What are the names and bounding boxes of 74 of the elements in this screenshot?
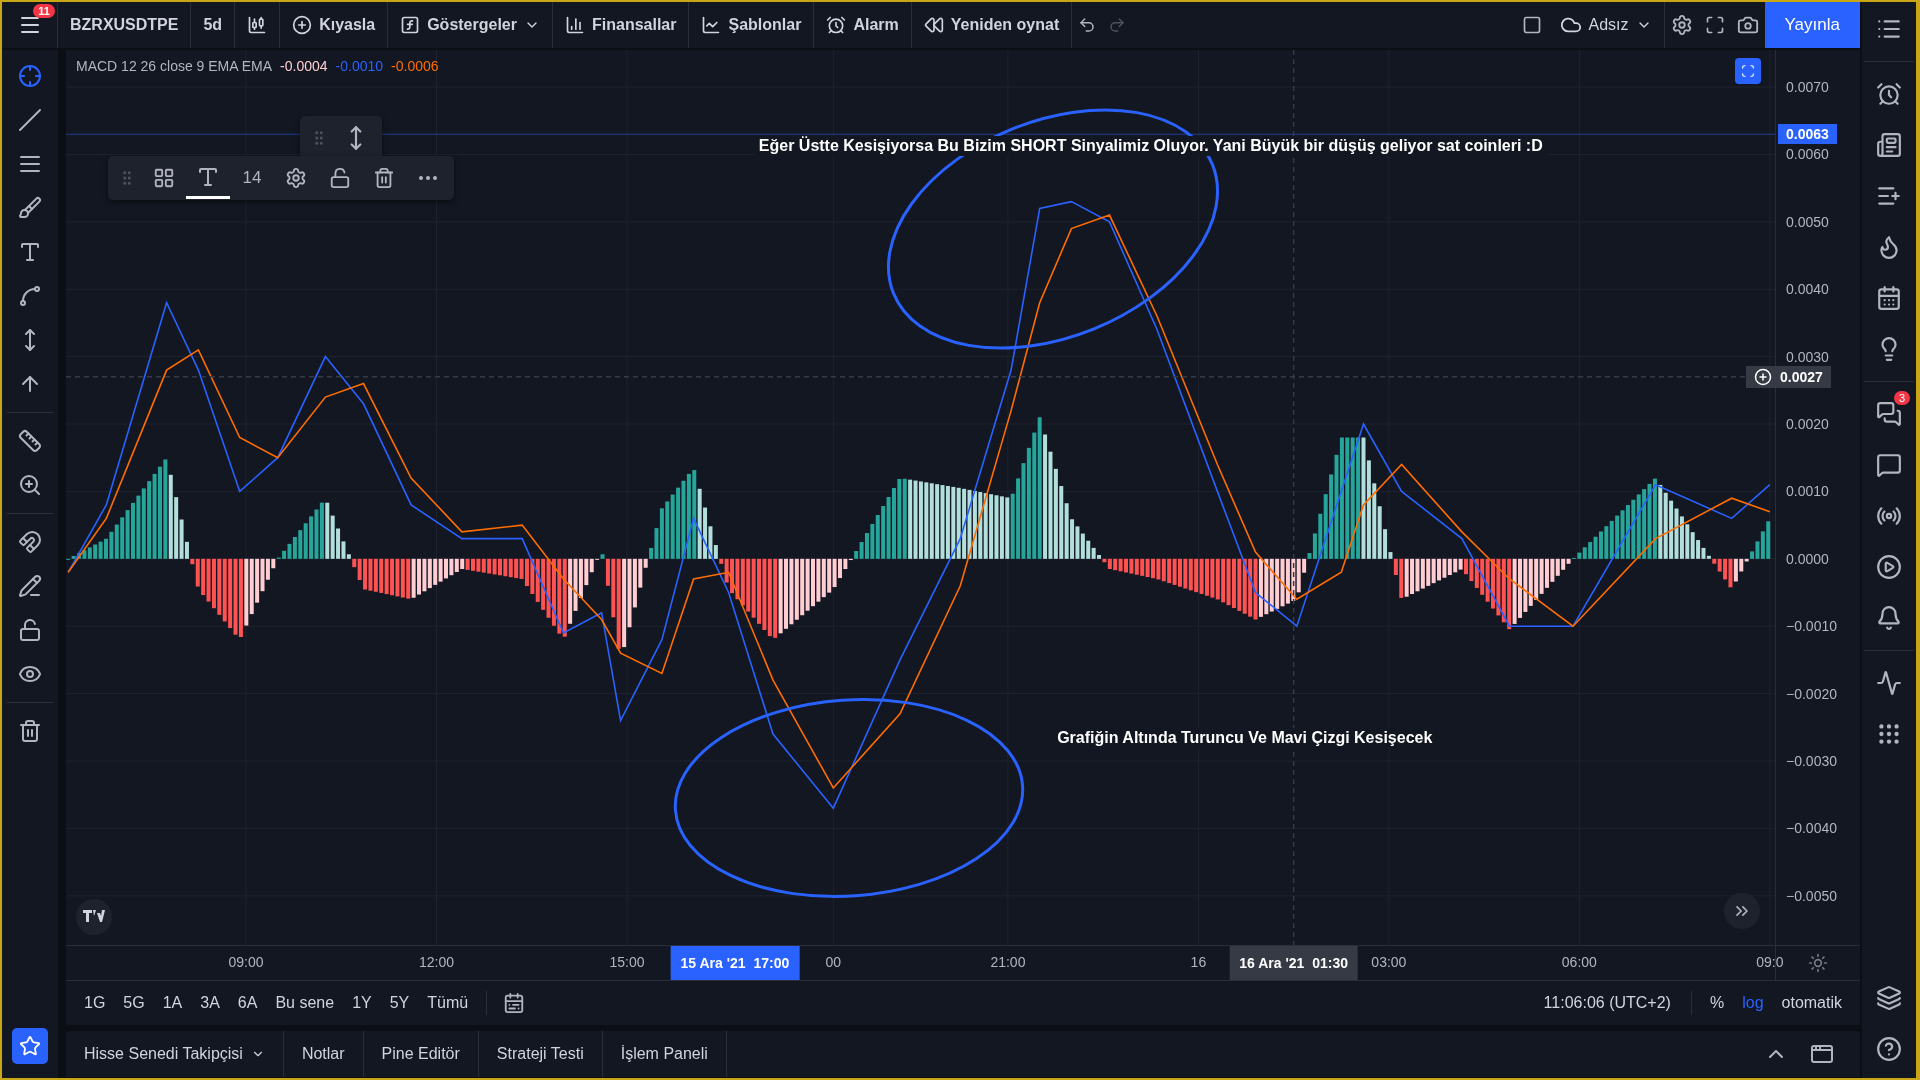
range-button[interactable]: 3A: [192, 990, 228, 1016]
add-icon[interactable]: [1754, 367, 1772, 386]
last-value-tag: 0.0063: [1778, 124, 1837, 145]
alarm-icon: [826, 15, 847, 35]
range-button[interactable]: Bu sene: [267, 990, 343, 1016]
price-label: 0.0000: [1786, 550, 1829, 567]
publish-button[interactable]: Yayınla: [1764, 2, 1860, 48]
compare-icon: [292, 15, 313, 35]
price-label: −0.0050: [1786, 887, 1837, 904]
price-label: −0.0010: [1786, 618, 1837, 635]
scale-toggle[interactable]: log: [1734, 990, 1772, 1016]
time-label: 15:00: [609, 954, 645, 970]
panel-tab[interactable]: Notlar: [283, 1031, 364, 1077]
indicator-value: -0.0006: [391, 58, 439, 74]
layout-button[interactable]: Adsız: [1547, 2, 1665, 48]
financials-icon: [565, 15, 585, 35]
chart-note[interactable]: Eğer Üstte Kesişiyorsa Bu Bizim SHORT Sinyalimiz Oluyor. Yani Büyük bir düşüş geliyor sat coinleri :D: [754, 135, 1547, 156]
selected-time-tag: 15 Ara '21 17:00: [670, 946, 800, 980]
time-label: 09:0: [1756, 954, 1784, 970]
panel-tab[interactable]: Strateji Testi: [478, 1031, 603, 1077]
interval-button[interactable]: 5d: [191, 2, 236, 48]
indicator-name: MACD 12 26 close 9 EMA EMA: [76, 58, 273, 74]
panel-tab[interactable]: Hisse Senedi Takipçisi: [66, 1031, 284, 1077]
templates-button[interactable]: Şablonlar: [689, 2, 815, 48]
compare-button[interactable]: Kıyasla: [280, 2, 389, 48]
time-label: 21:00: [990, 954, 1026, 970]
time-label: 09:00: [228, 954, 264, 970]
time-label: 00: [825, 954, 842, 970]
range-button[interactable]: 5Y: [381, 990, 418, 1016]
range-button[interactable]: 5G: [115, 990, 153, 1016]
financials-button[interactable]: Finansallar: [553, 2, 690, 48]
settings-icon[interactable]: [1808, 953, 1828, 973]
time-label: 06:00: [1561, 954, 1597, 970]
alarm-button[interactable]: Alarm: [814, 2, 912, 48]
price-label: −0.0020: [1786, 685, 1837, 702]
price-label: 0.0060: [1786, 146, 1829, 163]
clock-text: 11:06:06 (UTC+2): [1543, 994, 1671, 1012]
crosshair-time-tag: 16 Ara '21 01:30: [1229, 946, 1358, 980]
templates-icon: [701, 15, 722, 35]
price-label: 0.0020: [1786, 416, 1829, 433]
range-button[interactable]: Tümü: [419, 990, 477, 1016]
replay-icon: [923, 15, 944, 35]
time-label: 16: [1190, 954, 1207, 970]
indicators-icon: [400, 15, 421, 35]
scan-icon[interactable]: [1735, 58, 1761, 84]
crosshair-price-tag: 0.0027: [1746, 365, 1831, 388]
panel-tab[interactable]: Pine Editör: [363, 1031, 479, 1077]
panel-tab[interactable]: İşlem Paneli: [602, 1031, 727, 1077]
notification-badge: 3: [1893, 391, 1910, 405]
price-label: −0.0030: [1786, 753, 1837, 769]
font-size-button[interactable]: 14: [230, 156, 274, 200]
range-button[interactable]: 6A: [229, 990, 266, 1016]
scale-toggle[interactable]: otomatik: [1773, 990, 1850, 1016]
price-label: 0.0010: [1786, 483, 1829, 500]
price-label: 0.0050: [1786, 213, 1829, 230]
price-label: 0.0040: [1786, 281, 1829, 298]
symbol-button[interactable]: BZRXUSDTPE: [58, 2, 192, 48]
favorites-button[interactable]: [12, 1028, 48, 1064]
price-label: −0.0040: [1786, 820, 1837, 837]
indicator-value: -0.0004: [280, 58, 328, 74]
price-label: 0.0030: [1786, 348, 1829, 365]
time-label: 03:00: [1371, 954, 1407, 970]
indicators-button[interactable]: Göstergeler: [388, 2, 553, 48]
notification-badge: 11: [33, 4, 55, 18]
price-label: 0.0070: [1786, 79, 1829, 96]
scale-toggle[interactable]: %: [1701, 990, 1733, 1016]
range-button[interactable]: 1Y: [344, 990, 380, 1016]
range-button[interactable]: 1G: [76, 990, 114, 1016]
indicator-value: -0.0010: [335, 58, 384, 74]
menu-button[interactable]: 11: [2, 2, 58, 48]
star-icon: [19, 1035, 41, 1057]
time-label: 12:00: [418, 954, 454, 970]
replay-button[interactable]: Yeniden oynat: [911, 2, 1073, 48]
range-button[interactable]: 1A: [154, 990, 191, 1016]
